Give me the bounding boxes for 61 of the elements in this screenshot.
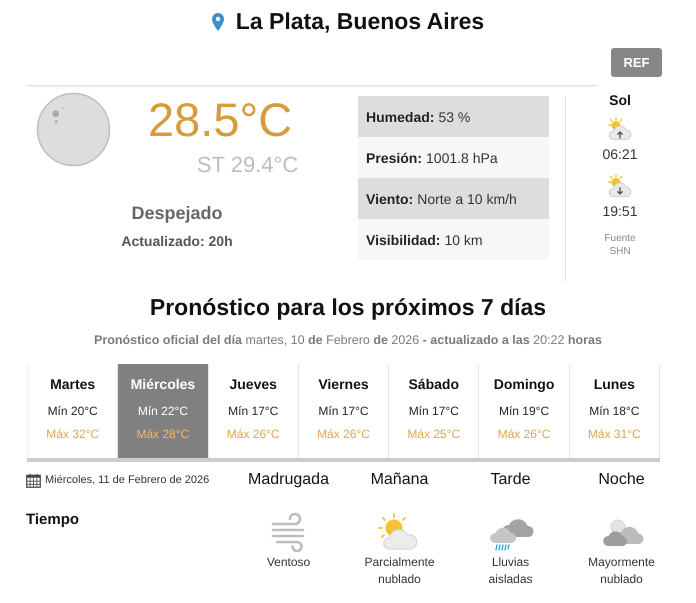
sunrise-time: 06:21 — [602, 145, 638, 163]
detail-label: Viento: — [366, 190, 414, 206]
date-text: Miércoles, 11 de Febrero de 2026 — [45, 474, 210, 486]
forecast-subtitle: Pronóstico oficial del día martes, 10 de Febrero de 2026 - actualizado a las 20:22 horas — [93, 332, 603, 349]
min-temperature: Mín 17°C — [228, 403, 278, 419]
max-temperature: Máx 26°C — [498, 426, 550, 442]
condition-label: Mayormente nublado — [587, 554, 656, 588]
day-name: Lunes — [594, 375, 635, 393]
detail-value: Norte a 10 km/h — [417, 190, 517, 206]
detail-value: 53 % — [438, 108, 470, 124]
period-heading: Tarde — [489, 470, 532, 490]
min-temperature: Mín 22°C — [138, 403, 188, 419]
detail-label: Visibilidad: — [366, 232, 440, 248]
day-card[interactable]: Miércoles Mín 22°C Máx 28°C — [118, 364, 209, 458]
sun-title: Sol — [609, 91, 631, 109]
row-label: Tiempo — [26, 510, 80, 529]
day-name: Miércoles — [130, 375, 196, 393]
day-name: Viernes — [318, 375, 369, 393]
sunrise-icon — [607, 117, 633, 141]
location-pin-icon — [212, 12, 224, 30]
condition-text: Despejado — [131, 202, 223, 224]
sunset-time: 19:51 — [602, 202, 638, 220]
updated-text: Actualizado: 20h — [121, 232, 233, 250]
detail-label: Presión: — [366, 150, 422, 166]
max-temperature: Máx 26°C — [226, 426, 280, 442]
day-name: Sábado — [408, 375, 460, 393]
sunset-icon — [607, 174, 633, 198]
min-temperature: Mín 19°C — [498, 403, 550, 419]
min-temperature: Mín 18°C — [589, 403, 640, 419]
detail-value: 1001.8 hPa — [426, 150, 498, 166]
max-temperature: Máx 28°C — [136, 426, 190, 442]
day-name: Domingo — [494, 375, 554, 393]
ref-button[interactable]: REF — [611, 48, 662, 77]
period-heading: Noche — [597, 470, 646, 490]
max-temperature: Máx 26°C — [317, 426, 370, 442]
feels-like-temperature: ST 29.4°C — [196, 154, 298, 176]
condition-label: Ventoso — [266, 554, 310, 571]
source-name: SHN — [609, 245, 631, 258]
calendar-icon — [26, 472, 41, 488]
forecast-heading: Pronóstico para los próximos 7 días — [148, 293, 548, 322]
condition-label: Parcialmente nublado — [363, 554, 436, 588]
period-heading: Mañana — [370, 470, 430, 490]
max-temperature: Máx 32°C — [46, 426, 100, 442]
current-temperature: 28.5°C — [148, 96, 294, 143]
day-name: Jueves — [229, 375, 277, 393]
day-card[interactable]: Jueves Mín 17°C Máx 26°C — [208, 364, 299, 458]
source-label: Fuente — [604, 232, 636, 245]
max-temperature: Máx 31°C — [588, 426, 641, 442]
day-name: Martes — [50, 375, 96, 393]
condition-label: Lluvias aisladas — [487, 554, 534, 588]
max-temperature: Máx 25°C — [407, 426, 460, 442]
day-card[interactable]: Lunes Mín 18°C Máx 31°C — [570, 364, 660, 458]
moon-icon — [36, 92, 111, 167]
min-temperature: Mín 17°C — [408, 403, 459, 419]
day-card[interactable]: Martes Mín 20°C Máx 32°C — [27, 364, 118, 458]
period-heading: Madrugada — [247, 470, 330, 490]
location-title: La Plata, Buenos Aires — [236, 7, 484, 35]
detail-value: 10 km — [444, 232, 483, 248]
detail-label: Humedad: — [366, 108, 434, 124]
min-temperature: Mín 20°C — [48, 403, 98, 419]
min-temperature: Mín 17°C — [318, 403, 369, 419]
